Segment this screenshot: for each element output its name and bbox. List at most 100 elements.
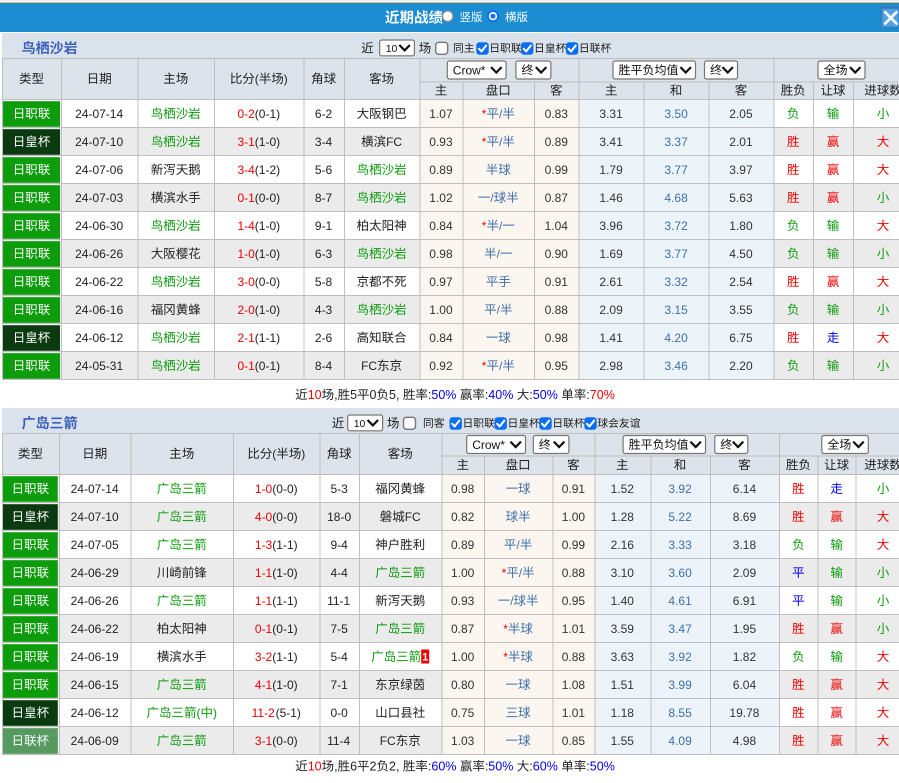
svg-text:(1-0): (1-0)	[255, 303, 280, 317]
svg-text:3.32: 3.32	[664, 275, 688, 289]
svg-text:50%: 50%	[590, 760, 615, 774]
svg-text:Crow*: Crow*	[453, 63, 486, 77]
svg-text:1.80: 1.80	[729, 219, 753, 233]
svg-text:1.69: 1.69	[599, 247, 623, 261]
svg-text:2.54: 2.54	[729, 275, 753, 289]
svg-text:*: *	[503, 650, 508, 664]
svg-text:(0-1): (0-1)	[255, 107, 280, 121]
svg-text:24-06-15: 24-06-15	[71, 678, 119, 692]
svg-text:1-1: 1-1	[255, 566, 273, 580]
svg-text:1.01: 1.01	[562, 706, 586, 720]
svg-text:(1-1): (1-1)	[272, 594, 297, 608]
svg-text:0.87: 0.87	[451, 622, 475, 636]
svg-text:2,: 2,	[389, 760, 399, 774]
svg-text:(: (	[255, 72, 259, 86]
svg-text:10: 10	[308, 760, 322, 774]
svg-text:1.07: 1.07	[429, 107, 453, 121]
svg-text:3.15: 3.15	[664, 303, 688, 317]
svg-text:6-2: 6-2	[315, 107, 333, 121]
svg-text:50%: 50%	[488, 760, 513, 774]
svg-text:FC: FC	[386, 135, 402, 149]
svg-text:,: ,	[334, 388, 337, 402]
svg-text:4.50: 4.50	[729, 247, 753, 261]
svg-text:0.82: 0.82	[451, 510, 475, 524]
svg-text:1: 1	[422, 652, 428, 664]
svg-text:0.97: 0.97	[429, 275, 453, 289]
svg-text:11-1: 11-1	[327, 594, 350, 608]
svg-text:5,: 5,	[389, 388, 399, 402]
svg-text:1.55: 1.55	[611, 734, 635, 748]
svg-text:(1-1): (1-1)	[272, 538, 297, 552]
svg-text:0.88: 0.88	[562, 566, 586, 580]
svg-text:3.33: 3.33	[668, 538, 692, 552]
svg-text:24-06-09: 24-06-09	[71, 734, 119, 748]
svg-text:3.41: 3.41	[599, 135, 623, 149]
svg-text:24-07-06: 24-07-06	[75, 163, 123, 177]
svg-text:0.99: 0.99	[545, 163, 569, 177]
svg-text:3.10: 3.10	[611, 566, 635, 580]
svg-text:3-0: 3-0	[238, 275, 256, 289]
svg-text:1.51: 1.51	[611, 678, 635, 692]
svg-text:8-4: 8-4	[315, 359, 333, 373]
svg-text:0.84: 0.84	[429, 219, 453, 233]
svg-text:24-07-03: 24-07-03	[75, 191, 123, 205]
svg-text:24-06-22: 24-06-22	[71, 622, 119, 636]
svg-text:9-4: 9-4	[331, 538, 349, 552]
svg-text:1.04: 1.04	[545, 219, 569, 233]
svg-text:5-3: 5-3	[331, 482, 349, 496]
svg-text:*: *	[482, 359, 487, 373]
svg-text:3.55: 3.55	[729, 303, 753, 317]
svg-text:24-06-12: 24-06-12	[75, 331, 123, 345]
svg-text:1.03: 1.03	[451, 734, 475, 748]
svg-text:1.40: 1.40	[611, 594, 635, 608]
svg-text:3.47: 3.47	[668, 622, 692, 636]
svg-text:6.75: 6.75	[729, 331, 753, 345]
svg-text:10: 10	[354, 418, 366, 430]
svg-text:2.09: 2.09	[733, 566, 757, 580]
svg-text:11-4: 11-4	[327, 734, 350, 748]
svg-text:): )	[284, 72, 288, 86]
svg-text:5-8: 5-8	[315, 275, 333, 289]
svg-text:5: 5	[350, 388, 357, 402]
svg-text:7-5: 7-5	[331, 622, 349, 636]
svg-text:1-3: 1-3	[255, 538, 273, 552]
svg-text:24-06-30: 24-06-30	[75, 219, 123, 233]
svg-text:1.00: 1.00	[451, 566, 475, 580]
svg-text:60%: 60%	[431, 760, 456, 774]
svg-text:0.98: 0.98	[545, 331, 569, 345]
svg-text:3.37: 3.37	[664, 135, 688, 149]
svg-text:10: 10	[386, 43, 398, 55]
svg-text:1.18: 1.18	[611, 706, 635, 720]
svg-text:(0-0): (0-0)	[255, 275, 280, 289]
svg-text:(: (	[272, 447, 276, 461]
svg-text:3-1: 3-1	[255, 734, 273, 748]
svg-text:0.90: 0.90	[545, 247, 569, 261]
svg-text:(0-1): (0-1)	[255, 359, 280, 373]
svg-text:1.46: 1.46	[599, 191, 623, 205]
svg-text:0.98: 0.98	[429, 247, 453, 261]
svg-text:0.89: 0.89	[429, 163, 453, 177]
svg-text:*: *	[482, 107, 487, 121]
svg-text:1-0: 1-0	[255, 482, 273, 496]
svg-text:24-06-19: 24-06-19	[71, 650, 119, 664]
svg-text:Crow*: Crow*	[472, 438, 505, 452]
svg-text:1.79: 1.79	[599, 163, 623, 177]
svg-text:1.41: 1.41	[599, 331, 623, 345]
svg-text:24-06-16: 24-06-16	[75, 303, 123, 317]
svg-text:0-1: 0-1	[255, 622, 273, 636]
svg-text:4.61: 4.61	[668, 594, 692, 608]
svg-text:8-7: 8-7	[315, 191, 333, 205]
svg-text:3.18: 3.18	[733, 538, 757, 552]
svg-text:0-1: 0-1	[238, 359, 256, 373]
svg-text:3.92: 3.92	[668, 482, 692, 496]
svg-text:8.69: 8.69	[733, 510, 757, 524]
svg-text:0-0: 0-0	[331, 706, 349, 720]
svg-text:(5-1): (5-1)	[276, 706, 301, 720]
svg-text:1.00: 1.00	[562, 510, 586, 524]
svg-text:24-07-10: 24-07-10	[71, 510, 119, 524]
svg-text:50%: 50%	[533, 388, 558, 402]
svg-text:2-0: 2-0	[238, 303, 256, 317]
svg-text:1-1: 1-1	[255, 594, 273, 608]
svg-text:1.08: 1.08	[562, 678, 586, 692]
svg-text:3.77: 3.77	[664, 163, 688, 177]
